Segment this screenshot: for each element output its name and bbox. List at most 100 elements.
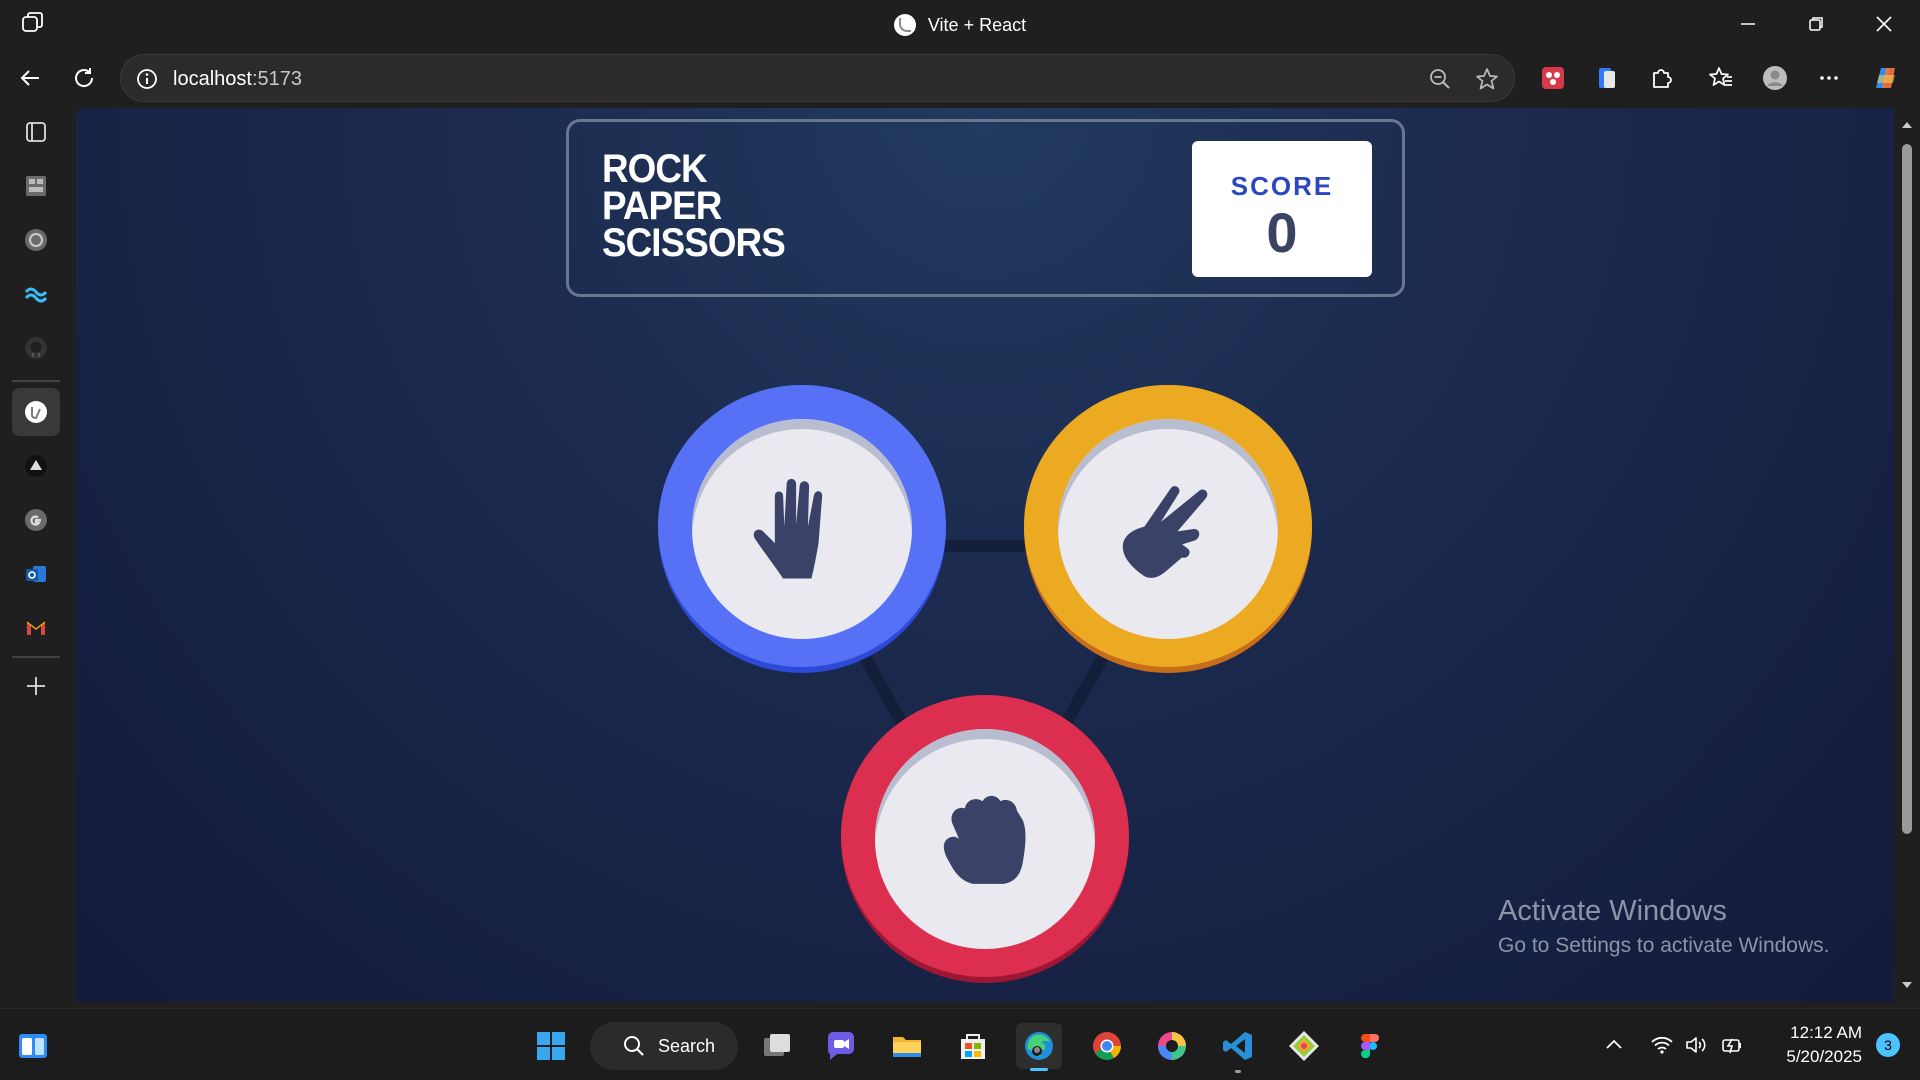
avatar-icon bbox=[1763, 66, 1787, 90]
url-text[interactable]: localhost:5173 bbox=[173, 68, 302, 91]
battery-status[interactable] bbox=[1720, 1027, 1744, 1063]
store-button[interactable] bbox=[950, 1023, 996, 1069]
windows-logo-icon bbox=[537, 1032, 565, 1060]
paper-button[interactable] bbox=[658, 385, 946, 673]
sidebar-add-button[interactable] bbox=[12, 662, 60, 710]
rock-fist-icon bbox=[943, 795, 1026, 884]
sidebar-tailwind[interactable] bbox=[12, 270, 60, 318]
github-icon bbox=[25, 337, 47, 359]
wifi-status[interactable] bbox=[1650, 1027, 1674, 1063]
widgets-icon bbox=[19, 1034, 47, 1058]
sidebar-gmail[interactable] bbox=[12, 604, 60, 652]
volume-status[interactable] bbox=[1684, 1027, 1708, 1063]
tailwind-icon bbox=[24, 287, 48, 303]
sidebar-google[interactable] bbox=[12, 496, 60, 544]
teams-chat-button[interactable] bbox=[818, 1023, 864, 1069]
widgets-button[interactable] bbox=[10, 1023, 56, 1069]
taskbar-clock[interactable]: 12:12 AM 5/20/2025 bbox=[1786, 1021, 1862, 1069]
extension-red-icon bbox=[1542, 67, 1564, 89]
watermark-subtitle: Go to Settings to activate Windows. bbox=[1498, 934, 1830, 957]
minimize-icon bbox=[1741, 23, 1755, 25]
window-title: Vite + React bbox=[0, 14, 1920, 36]
taskbar-search[interactable]: Search bbox=[590, 1022, 738, 1070]
zoom-out-icon[interactable] bbox=[1428, 67, 1452, 91]
chrome-icon bbox=[1093, 1032, 1121, 1060]
google-icon bbox=[25, 509, 47, 531]
address-bar[interactable]: localhost:5173 bbox=[120, 54, 1515, 102]
copilot-icon bbox=[1876, 68, 1895, 88]
favorite-star-icon[interactable] bbox=[1474, 66, 1500, 92]
task-view-icon bbox=[764, 1034, 790, 1056]
game-board bbox=[76, 108, 1894, 1002]
scroll-up-icon[interactable] bbox=[1900, 118, 1914, 132]
browser-toolbar: localhost:5173 bbox=[0, 48, 1920, 108]
copilot-button[interactable] bbox=[1866, 58, 1906, 98]
plus-icon bbox=[27, 677, 45, 695]
vscode-button[interactable] bbox=[1215, 1023, 1261, 1073]
scissors-button[interactable] bbox=[1024, 385, 1312, 673]
notification-badge[interactable]: 3 bbox=[1876, 1033, 1900, 1057]
sidebar-tab-actions[interactable] bbox=[12, 108, 60, 156]
openai-icon bbox=[25, 229, 47, 251]
more-dots-icon bbox=[1820, 76, 1838, 80]
back-button[interactable] bbox=[10, 58, 50, 98]
extension-blue-button[interactable] bbox=[1587, 58, 1627, 98]
extension-book-icon bbox=[1599, 68, 1615, 88]
refresh-button[interactable] bbox=[64, 58, 104, 98]
activate-windows-watermark: Activate Windows Go to Settings to activ… bbox=[1498, 895, 1830, 958]
refresh-icon bbox=[75, 68, 94, 87]
color-picker-app-button[interactable] bbox=[1149, 1023, 1195, 1069]
vscode-icon bbox=[1223, 1032, 1252, 1060]
figma-button[interactable] bbox=[1347, 1023, 1393, 1069]
color-wheel-icon bbox=[1158, 1032, 1186, 1060]
windows-taskbar: Search 12:12 AM 5/20/2025 3 bbox=[0, 1008, 1920, 1080]
speaker-icon bbox=[1686, 1037, 1706, 1053]
git-diamond-icon bbox=[1289, 1031, 1319, 1061]
sidebar-outlook[interactable] bbox=[12, 550, 60, 598]
battery-charging-icon bbox=[1722, 1038, 1741, 1054]
sidebar-vercel[interactable] bbox=[12, 442, 60, 490]
sidebar-openai[interactable] bbox=[12, 216, 60, 264]
start-button[interactable] bbox=[528, 1023, 574, 1069]
close-button[interactable] bbox=[1854, 0, 1914, 48]
restore-button[interactable] bbox=[1786, 0, 1846, 48]
outlook-icon bbox=[26, 566, 46, 582]
chrome-button[interactable] bbox=[1084, 1023, 1130, 1069]
site-info-icon[interactable] bbox=[135, 67, 159, 91]
task-view-button[interactable] bbox=[754, 1023, 800, 1069]
scroll-thumb[interactable] bbox=[1902, 144, 1912, 834]
window-titlebar: Vite + React bbox=[0, 0, 1920, 48]
favorites-button[interactable] bbox=[1701, 58, 1741, 98]
sidebar-github[interactable] bbox=[12, 324, 60, 372]
browser-sidebar bbox=[0, 108, 72, 1008]
sidebar-vite-react[interactable] bbox=[12, 388, 60, 436]
git-client-button[interactable] bbox=[1281, 1023, 1327, 1069]
page-scrollbar[interactable] bbox=[1894, 108, 1920, 1002]
figma-icon bbox=[1361, 1034, 1379, 1059]
profile-button[interactable] bbox=[1755, 58, 1795, 98]
minimize-button[interactable] bbox=[1718, 0, 1778, 48]
gmail-icon bbox=[26, 621, 46, 635]
sidebar-divider bbox=[12, 656, 60, 658]
edge-button[interactable] bbox=[1016, 1023, 1062, 1071]
wifi-icon bbox=[1651, 1036, 1673, 1054]
scroll-down-icon[interactable] bbox=[1900, 978, 1914, 992]
sidebar-divider bbox=[12, 380, 60, 382]
restore-icon bbox=[1809, 17, 1823, 31]
rock-button[interactable] bbox=[841, 695, 1129, 983]
tray-overflow-button[interactable] bbox=[1602, 1027, 1626, 1063]
file-explorer-button[interactable] bbox=[884, 1023, 930, 1069]
scissors-hand-icon bbox=[1122, 486, 1208, 578]
chat-icon bbox=[827, 1032, 854, 1060]
extensions-button[interactable] bbox=[1641, 58, 1681, 98]
clock-time: 12:12 AM bbox=[1790, 1023, 1862, 1042]
more-menu-button[interactable] bbox=[1809, 58, 1849, 98]
search-icon bbox=[624, 1036, 644, 1056]
edge-icon bbox=[1025, 1032, 1053, 1060]
sidebar-collections[interactable] bbox=[12, 162, 60, 210]
extension-red-button[interactable] bbox=[1533, 58, 1573, 98]
vite-react-icon bbox=[25, 401, 47, 423]
search-label: Search bbox=[658, 1035, 716, 1056]
clock-date: 5/20/2025 bbox=[1786, 1047, 1862, 1066]
page-viewport: ROCK PAPER SCISSORS SCORE 0 Activate Win… bbox=[76, 108, 1894, 1002]
